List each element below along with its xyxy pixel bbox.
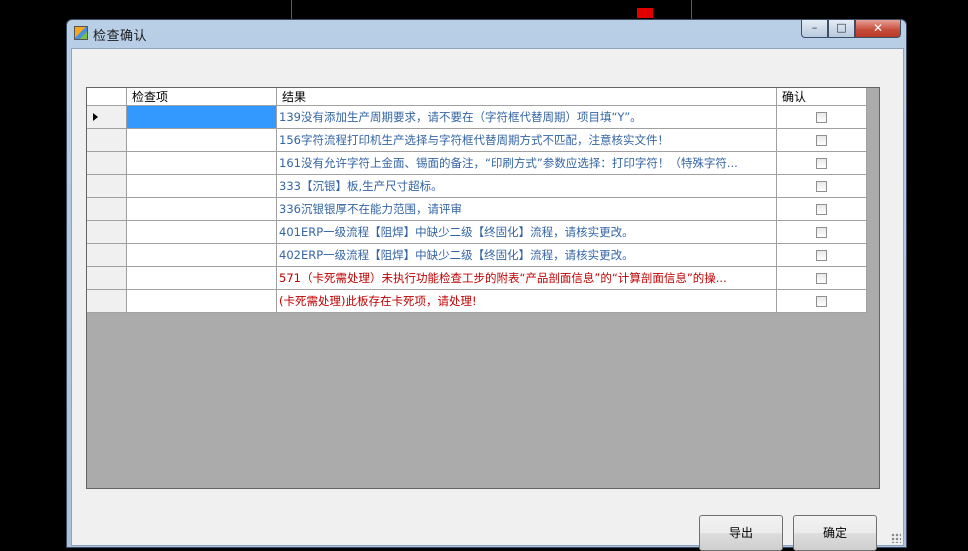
table-row[interactable]: 333【沉银】板,生产尺寸超标。 bbox=[87, 175, 867, 198]
table-row[interactable]: 336沉银银厚不在能力范围，请评审 bbox=[87, 198, 867, 221]
minimize-button[interactable]: – bbox=[801, 20, 828, 38]
confirm-checkbox[interactable] bbox=[816, 157, 827, 169]
cell-check-item[interactable] bbox=[127, 175, 277, 198]
dialog-window: 检查确认 – □ ✕ 检查项 结果 确认 139没有添加生产周期要求，请不要在（… bbox=[66, 19, 907, 551]
window-title: 检查确认 bbox=[93, 29, 148, 44]
cell-result[interactable]: (卡死需处理)此板存在卡死项，请处理! bbox=[277, 290, 777, 313]
table-row[interactable]: 139没有添加生产周期要求，请不要在（字符框代替周期）项目填“Y”。 bbox=[87, 106, 867, 129]
row-header[interactable] bbox=[87, 290, 127, 313]
column-header-confirm[interactable]: 确认 bbox=[777, 88, 867, 106]
confirm-checkbox[interactable] bbox=[816, 203, 827, 215]
confirm-checkbox[interactable] bbox=[816, 180, 827, 192]
table-row[interactable]: 161没有允许字符上金面、锡面的备注，“印刷方式”参数应选择：打印字符！（特殊字… bbox=[87, 152, 867, 175]
confirm-checkbox[interactable] bbox=[816, 111, 827, 123]
cell-confirm[interactable] bbox=[777, 152, 867, 175]
confirm-checkbox[interactable] bbox=[816, 272, 827, 284]
current-row-arrow-icon bbox=[93, 113, 98, 121]
background-divider bbox=[291, 0, 292, 20]
column-header-result[interactable]: 结果 bbox=[277, 88, 777, 106]
confirm-checkbox[interactable] bbox=[816, 249, 827, 261]
table-row[interactable]: 571（卡死需处理）未执行功能检查工步的附表“产品剖面信息”的“计算剖面信息”的… bbox=[87, 267, 867, 290]
cell-check-item[interactable] bbox=[127, 152, 277, 175]
confirm-checkbox[interactable] bbox=[816, 295, 827, 307]
table-row[interactable]: 402ERP一级流程【阻焊】中缺少二级【终固化】流程，请核实更改。 bbox=[87, 244, 867, 267]
column-header-check-item[interactable]: 检查项 bbox=[127, 88, 277, 106]
cell-confirm[interactable] bbox=[777, 198, 867, 221]
maximize-button[interactable]: □ bbox=[828, 20, 855, 38]
row-header[interactable] bbox=[87, 152, 127, 175]
cell-confirm[interactable] bbox=[777, 244, 867, 267]
cell-result[interactable]: 161没有允许字符上金面、锡面的备注，“印刷方式”参数应选择：打印字符！（特殊字… bbox=[277, 152, 777, 175]
cell-result[interactable]: 571（卡死需处理）未执行功能检查工步的附表“产品剖面信息”的“计算剖面信息”的… bbox=[277, 267, 777, 290]
close-icon: ✕ bbox=[872, 21, 884, 35]
close-button[interactable]: ✕ bbox=[855, 20, 901, 38]
row-header[interactable] bbox=[87, 244, 127, 267]
table-row[interactable]: (卡死需处理)此板存在卡死项，请处理! bbox=[87, 290, 867, 313]
cell-result[interactable]: 156字符流程打印机生产选择与字符框代替周期方式不匹配，注意核实文件！ bbox=[277, 129, 777, 152]
background-indicator bbox=[637, 8, 653, 18]
check-grid[interactable]: 检查项 结果 确认 139没有添加生产周期要求，请不要在（字符框代替周期）项目填… bbox=[86, 87, 880, 489]
dialog-body: 检查项 结果 确认 139没有添加生产周期要求，请不要在（字符框代替周期）项目填… bbox=[71, 48, 904, 551]
background-divider bbox=[691, 0, 692, 20]
row-header-corner bbox=[87, 88, 127, 106]
cell-result[interactable]: 401ERP一级流程【阻焊】中缺少二级【终固化】流程，请核实更改。 bbox=[277, 221, 777, 244]
cell-result[interactable]: 336沉银银厚不在能力范围，请评审 bbox=[277, 198, 777, 221]
row-header[interactable] bbox=[87, 129, 127, 152]
export-button[interactable]: 导出 bbox=[699, 515, 783, 551]
cell-confirm[interactable] bbox=[777, 106, 867, 129]
title-bar[interactable]: 检查确认 – □ ✕ bbox=[67, 20, 906, 47]
row-header[interactable] bbox=[87, 221, 127, 244]
cell-check-item[interactable] bbox=[127, 198, 277, 221]
minimize-icon: – bbox=[811, 21, 818, 34]
cell-result[interactable]: 139没有添加生产周期要求，请不要在（字符框代替周期）项目填“Y”。 bbox=[277, 106, 777, 129]
cell-check-item[interactable] bbox=[127, 267, 277, 290]
ok-button[interactable]: 确定 bbox=[793, 515, 877, 551]
cell-confirm[interactable] bbox=[777, 175, 867, 198]
cell-confirm[interactable] bbox=[777, 267, 867, 290]
cell-check-item[interactable] bbox=[127, 129, 277, 152]
cell-result[interactable]: 402ERP一级流程【阻焊】中缺少二级【终固化】流程，请核实更改。 bbox=[277, 244, 777, 267]
row-header[interactable] bbox=[87, 106, 127, 129]
cell-result[interactable]: 333【沉银】板,生产尺寸超标。 bbox=[277, 175, 777, 198]
maximize-icon: □ bbox=[836, 21, 847, 34]
caption-buttons: – □ ✕ bbox=[801, 20, 901, 39]
table-row[interactable]: 156字符流程打印机生产选择与字符框代替周期方式不匹配，注意核实文件！ bbox=[87, 129, 867, 152]
row-header[interactable] bbox=[87, 267, 127, 290]
row-header[interactable] bbox=[87, 175, 127, 198]
confirm-checkbox[interactable] bbox=[816, 226, 827, 238]
grid-rows: 139没有添加生产周期要求，请不要在（字符框代替周期）项目填“Y”。 156字符流… bbox=[87, 106, 867, 313]
resize-grip[interactable] bbox=[891, 533, 901, 543]
cell-confirm[interactable] bbox=[777, 129, 867, 152]
cell-check-item[interactable] bbox=[127, 221, 277, 244]
confirm-checkbox[interactable] bbox=[816, 134, 827, 146]
grid-header: 检查项 结果 确认 bbox=[87, 88, 867, 106]
cell-check-item[interactable] bbox=[127, 290, 277, 313]
cell-confirm[interactable] bbox=[777, 221, 867, 244]
app-icon bbox=[74, 26, 88, 40]
table-row[interactable]: 401ERP一级流程【阻焊】中缺少二级【终固化】流程，请核实更改。 bbox=[87, 221, 867, 244]
cell-confirm[interactable] bbox=[777, 290, 867, 313]
row-header[interactable] bbox=[87, 198, 127, 221]
cell-check-item[interactable] bbox=[127, 106, 277, 129]
cell-check-item[interactable] bbox=[127, 244, 277, 267]
